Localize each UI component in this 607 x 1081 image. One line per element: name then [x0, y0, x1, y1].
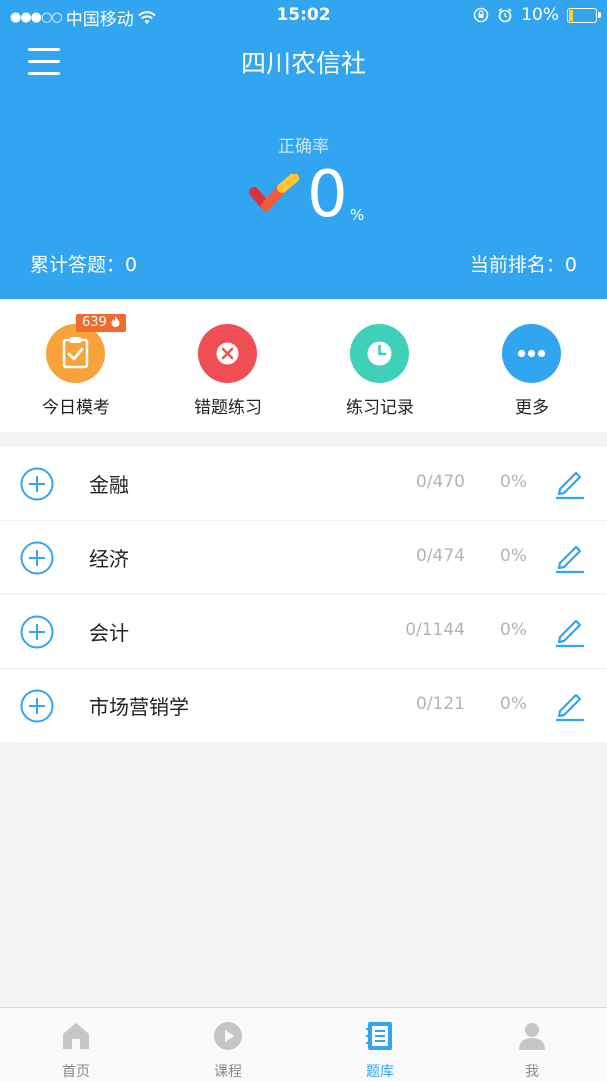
expand-plus-icon[interactable]	[20, 689, 54, 723]
subject-name: 会计	[89, 621, 129, 645]
battery-percent: 10%	[521, 5, 559, 25]
tab-home-label: 首页	[62, 1064, 90, 1080]
user-icon	[519, 1023, 545, 1050]
list-item[interactable]: 市场营销学 0/121 0%	[0, 669, 607, 742]
more-button[interactable]	[502, 324, 561, 383]
list-item[interactable]: 会计 0/1144 0%	[0, 595, 607, 669]
edit-pencil-icon[interactable]	[553, 613, 587, 649]
expand-plus-icon[interactable]	[20, 541, 54, 575]
list-item[interactable]: 金融 0/470 0%	[0, 447, 607, 521]
tab-home[interactable]: 首页	[0, 1008, 152, 1081]
accuracy-unit: %	[350, 206, 365, 224]
page-title: 四川农信社	[240, 49, 366, 78]
daily-exam-button[interactable]	[46, 324, 105, 383]
subject-accuracy: 0%	[500, 694, 527, 714]
expand-plus-icon[interactable]	[20, 615, 54, 649]
subject-name: 金融	[89, 473, 129, 497]
check-icon	[249, 174, 299, 211]
accuracy-value: 0	[307, 158, 348, 232]
home-icon	[63, 1023, 89, 1049]
alarm-icon	[498, 8, 512, 23]
orientation-lock-icon	[473, 7, 489, 23]
edit-pencil-icon[interactable]	[553, 539, 587, 575]
current-rank: 当前排名：0	[469, 254, 577, 276]
more-dots-icon	[517, 349, 546, 358]
tab-me-label: 我	[525, 1064, 539, 1080]
subject-accuracy: 0%	[500, 546, 527, 566]
play-icon	[214, 1022, 242, 1050]
quick-action-wrong-practice[interactable]: 错题练习	[152, 299, 304, 432]
exam-count-badge: 639	[76, 314, 126, 332]
subject-accuracy: 0%	[500, 472, 527, 492]
subject-accuracy: 0%	[500, 620, 527, 640]
subject-name: 经济	[89, 547, 129, 571]
daily-exam-label: 今日模考	[42, 398, 110, 418]
edit-pencil-icon[interactable]	[553, 687, 587, 723]
accuracy-label: 正确率	[278, 137, 329, 157]
expand-plus-icon[interactable]	[20, 467, 54, 501]
edit-pencil-icon[interactable]	[553, 465, 587, 501]
subject-name: 市场营销学	[89, 695, 189, 719]
practice-record-label: 练习记录	[346, 398, 414, 418]
more-label: 更多	[515, 398, 549, 418]
header: ●●●○○ 中国移动 15:02 10% 四川农信社 正确率 0 % 累计答题：…	[0, 0, 607, 299]
x-icon	[216, 342, 239, 365]
list-item[interactable]: 经济 0/474 0%	[0, 521, 607, 595]
subject-progress: 0/470	[416, 472, 465, 492]
subject-progress: 0/1144	[405, 620, 465, 640]
practice-record-button[interactable]	[350, 324, 409, 383]
wrong-practice-button[interactable]	[198, 324, 257, 383]
subject-list: 金融 0/470 0% 经济 0/474 0% 会计 0/1144 0% 市场营…	[0, 447, 607, 742]
tab-course[interactable]: 课程	[152, 1008, 304, 1081]
quick-action-daily-exam[interactable]: 639 今日模考	[0, 299, 152, 432]
total-answers: 累计答题：0	[30, 254, 138, 276]
notebook-icon	[366, 1022, 392, 1050]
fire-icon	[111, 316, 120, 327]
tab-course-label: 课程	[214, 1064, 242, 1080]
battery-icon	[567, 7, 601, 23]
quick-action-more[interactable]: 更多	[456, 299, 607, 432]
quick-action-practice-record[interactable]: 练习记录	[304, 299, 456, 432]
wrong-practice-label: 错题练习	[194, 398, 262, 418]
subject-progress: 0/474	[416, 546, 465, 566]
tab-question-bank[interactable]: 题库	[304, 1008, 456, 1081]
tab-bar: 首页 课程 题库 我	[0, 1007, 607, 1081]
clock-icon	[367, 341, 392, 366]
tab-question-bank-label: 题库	[366, 1064, 394, 1080]
tab-me[interactable]: 我	[456, 1008, 607, 1081]
status-bar: ●●●○○ 中国移动 15:02 10%	[0, 0, 607, 30]
accuracy-display: 0 %	[0, 160, 607, 230]
quick-actions: 639 今日模考 错题练习 练习记录 更多	[0, 299, 607, 432]
clipboard-check-icon	[62, 337, 89, 369]
subject-progress: 0/121	[416, 694, 465, 714]
